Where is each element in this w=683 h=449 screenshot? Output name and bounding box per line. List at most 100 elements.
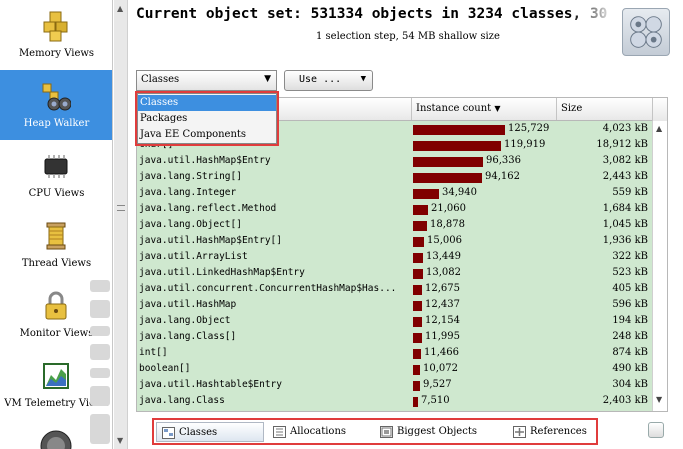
- size-cell: 2,443 kB: [602, 171, 648, 182]
- class-name-cell: boolean[]: [139, 363, 191, 374]
- chevron-down-icon: ▼: [264, 74, 271, 84]
- instance-count-cell: 94,162: [412, 170, 557, 186]
- table-row[interactable]: java.util.concurrent.ConcurrentHashMap$H…: [137, 282, 652, 298]
- instance-count-bar: [413, 237, 424, 247]
- nav-memory-views[interactable]: Memory Views: [0, 0, 112, 70]
- size-cell: 1,936 kB: [602, 235, 648, 246]
- size-cell: 405 kB: [612, 283, 648, 294]
- tab-label: Allocations: [290, 426, 347, 437]
- class-name-cell: java.util.ArrayList: [139, 251, 248, 262]
- sidebar: Memory Views Heap Walker CPU Views Threa…: [0, 0, 113, 449]
- instance-count-bar: [413, 397, 418, 407]
- nav-label: Thread Views: [21, 258, 92, 269]
- instance-count-bar: [413, 189, 439, 199]
- class-name-cell: java.util.Hashtable$Entry: [139, 379, 282, 390]
- column-header-size[interactable]: Size: [557, 98, 652, 120]
- dropdown-option-packages[interactable]: Packages: [138, 111, 276, 127]
- table-row[interactable]: java.util.HashMap 12,437 596 kB: [137, 298, 652, 314]
- table-row[interactable]: java.lang.String[] 94,162 2,443 kB: [137, 170, 652, 186]
- size-cell: 1,045 kB: [602, 219, 648, 230]
- gauge-icon: [40, 430, 72, 449]
- table-row[interactable]: java.util.HashMap$Entry[] 15,006 1,936 kB: [137, 234, 652, 250]
- instance-count-value: 7,510: [421, 395, 450, 406]
- instance-count-bar: [413, 301, 422, 311]
- instance-count-cell: 9,527: [412, 378, 557, 394]
- instance-count-bar: [413, 269, 423, 279]
- view-select[interactable]: Classes ▼: [136, 70, 277, 91]
- jprofiler-watermark-logo: [90, 280, 110, 444]
- scroll-up-arrow-icon[interactable]: ▲: [656, 124, 662, 133]
- use-button[interactable]: Use ... ▼: [284, 70, 373, 91]
- table-row[interactable]: java.lang.Class 7,510 2,403 kB: [137, 394, 652, 410]
- instance-count-value: 96,336: [486, 155, 521, 166]
- instance-count-value: 12,675: [425, 283, 460, 294]
- size-cell: 490 kB: [612, 363, 648, 374]
- instance-count-cell: 7,510: [412, 394, 557, 410]
- class-name-cell: java.util.HashMap$Entry: [139, 155, 271, 166]
- instance-count-bar: [413, 253, 423, 263]
- size-cell: 523 kB: [612, 267, 648, 278]
- scroll-up-arrow-icon[interactable]: ▲: [117, 4, 123, 13]
- instance-count-cell: 12,154: [412, 314, 557, 330]
- table-row[interactable]: java.util.HashMap$Entry 96,336 3,082 kB: [137, 154, 652, 170]
- sidebar-scrollbar[interactable]: ▲ ▼: [114, 0, 128, 449]
- bottom-view-tabs: Classes Allocations Biggest Objects Refe…: [152, 418, 598, 445]
- class-name-cell: java.util.concurrent.ConcurrentHashMap$H…: [139, 283, 397, 294]
- options-corner-button[interactable]: [648, 422, 664, 438]
- table-row[interactable]: boolean[] 10,072 490 kB: [137, 362, 652, 378]
- memory-cubes-icon: [43, 11, 68, 42]
- lock-icon: [45, 291, 67, 320]
- table-row[interactable]: java.lang.Class[] 11,995 248 kB: [137, 330, 652, 346]
- size-cell: 874 kB: [612, 347, 648, 358]
- instance-count-bar: [413, 349, 421, 359]
- instance-count-bar: [413, 317, 422, 327]
- table-row[interactable]: java.util.ArrayList 13,449 322 kB: [137, 250, 652, 266]
- table-row[interactable]: java.lang.reflect.Method 21,060 1,684 kB: [137, 202, 652, 218]
- instance-count-value: 119,919: [504, 139, 546, 150]
- size-cell: 322 kB: [612, 251, 648, 262]
- instance-count-value: 10,072: [423, 363, 458, 374]
- chevron-down-icon: ▼: [360, 74, 366, 84]
- dropdown-option-java-ee-components[interactable]: Java EE Components: [138, 127, 276, 143]
- instance-count-cell: 119,919: [412, 138, 557, 154]
- nav-cpu-views[interactable]: CPU Views: [0, 140, 112, 210]
- table-row[interactable]: java.util.Hashtable$Entry 9,527 304 kB: [137, 378, 652, 394]
- instance-count-bar: [413, 173, 482, 183]
- table-scrollbar[interactable]: ▲ ▼: [652, 121, 667, 411]
- table-row[interactable]: int[] 11,466 874 kB: [137, 346, 652, 362]
- scroll-grip[interactable]: [117, 205, 125, 211]
- tab-allocations[interactable]: Allocations: [268, 422, 368, 442]
- scroll-down-arrow-icon[interactable]: ▼: [117, 436, 123, 445]
- nav-heap-walker[interactable]: Heap Walker: [0, 70, 112, 140]
- instance-count-value: 9,527: [423, 379, 452, 390]
- class-name-cell: java.lang.reflect.Method: [139, 203, 277, 214]
- instance-count-cell: 11,995: [412, 330, 557, 346]
- table-row[interactable]: java.util.LinkedHashMap$Entry 13,082 523 k…: [137, 266, 652, 282]
- instance-count-cell: 18,878: [412, 218, 557, 234]
- table-corner: [652, 98, 667, 121]
- scroll-down-arrow-icon[interactable]: ▼: [656, 395, 662, 404]
- cpu-chip-icon: [44, 155, 68, 178]
- tab-references[interactable]: References: [508, 422, 596, 442]
- table-row[interactable]: java.lang.Integer 34,940 559 kB: [137, 186, 652, 202]
- table-row[interactable]: java.lang.Object 12,154 194 kB: [137, 314, 652, 330]
- column-header-instance-count[interactable]: Instance count ▼: [412, 98, 557, 120]
- instance-count-value: 34,940: [442, 187, 477, 198]
- instance-count-bar: [413, 157, 483, 167]
- nav-label: CPU Views: [28, 188, 85, 199]
- view-select-dropdown: Classes Packages Java EE Components: [137, 93, 277, 144]
- use-button-label: Use ...: [299, 74, 342, 85]
- circles-icon: [630, 16, 662, 48]
- instance-count-bar: [413, 141, 501, 151]
- instance-count-value: 13,082: [426, 267, 461, 278]
- tab-classes[interactable]: Classes: [156, 422, 264, 442]
- biggest-objects-icon: [380, 426, 393, 438]
- tab-biggest-objects[interactable]: Biggest Objects: [375, 422, 499, 442]
- dropdown-option-classes[interactable]: Classes: [138, 95, 276, 111]
- class-name-cell: int[]: [139, 347, 168, 358]
- class-name-cell: java.lang.Integer: [139, 187, 237, 198]
- table-row[interactable]: java.lang.Object[] 18,878 1,045 kB: [137, 218, 652, 234]
- instance-count-bar: [413, 333, 422, 343]
- thread-spool-icon: [46, 222, 66, 250]
- size-cell: 248 kB: [612, 331, 648, 342]
